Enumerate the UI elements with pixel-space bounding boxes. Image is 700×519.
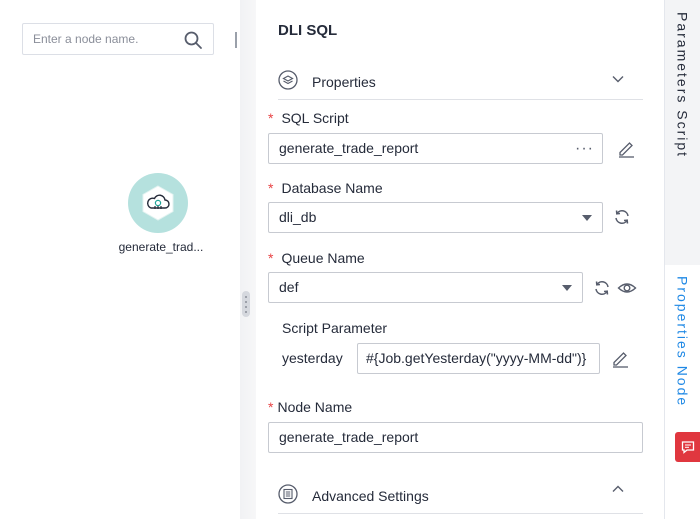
queue-name-label: * Queue Name xyxy=(268,250,365,266)
chevron-up-icon[interactable] xyxy=(611,482,625,496)
script-parameter-label: Script Parameter xyxy=(282,320,388,336)
chevron-down-icon[interactable] xyxy=(611,72,625,86)
script-parameter-value-field[interactable]: #{Job.getYesterday("yyyy-MM-dd")} xyxy=(357,343,600,374)
advanced-settings-section-header[interactable]: Advanced Settings xyxy=(278,478,643,514)
resize-handle[interactable] xyxy=(242,291,250,317)
edit-icon[interactable] xyxy=(610,348,630,368)
properties-section-header[interactable]: Properties xyxy=(278,64,643,100)
queue-name-value: def xyxy=(279,279,299,295)
node-name-label: * Node Name xyxy=(268,399,353,415)
sql-script-label: * SQL Script xyxy=(268,110,349,126)
tab-parameters-script[interactable]: Parameters Script xyxy=(665,0,700,265)
node-search-box xyxy=(22,23,214,55)
panel-title: DLI SQL xyxy=(278,22,338,39)
search-icon[interactable] xyxy=(183,30,203,50)
script-parameter-value: #{Job.getYesterday("yyyy-MM-dd")} xyxy=(366,350,587,366)
node-name-value: generate_trade_report xyxy=(279,429,419,445)
dag-canvas[interactable]: generate_trad... xyxy=(0,0,240,519)
sql-script-field[interactable]: generate_trade_report ··· xyxy=(268,133,603,164)
caret-down-icon xyxy=(562,285,572,291)
advanced-settings-label: Advanced Settings xyxy=(312,488,429,504)
tab-parameters-script-label: Parameters Script xyxy=(674,12,691,159)
required-mark: * xyxy=(268,250,274,266)
refresh-icon[interactable] xyxy=(592,278,612,298)
properties-panel: DLI SQL Properties * SQL Script generate_… xyxy=(256,0,665,519)
sql-script-value: generate_trade_report xyxy=(279,140,419,156)
database-name-value: dli_db xyxy=(279,209,317,225)
layers-icon xyxy=(278,70,298,90)
feedback-button[interactable] xyxy=(675,432,700,462)
node-search-input[interactable] xyxy=(23,24,183,54)
dag-node[interactable] xyxy=(128,173,188,233)
tab-properties-node-label: Properties Node xyxy=(674,276,691,408)
more-options-button[interactable]: ··· xyxy=(575,134,594,163)
eye-icon[interactable] xyxy=(617,278,637,298)
node-circle xyxy=(128,173,188,233)
dli-sql-node-icon xyxy=(138,183,178,223)
edit-icon[interactable] xyxy=(616,138,636,158)
database-name-select[interactable]: dli_db xyxy=(268,202,603,233)
properties-section-label: Properties xyxy=(312,74,376,90)
tab-properties-node[interactable]: Properties Node xyxy=(665,270,700,420)
required-mark: * xyxy=(268,110,274,126)
caret-down-icon xyxy=(582,215,592,221)
node-name-input[interactable]: generate_trade_report xyxy=(268,422,643,453)
script-parameter-key: yesterday xyxy=(282,350,343,366)
required-mark: * xyxy=(268,399,274,415)
required-mark: * xyxy=(268,180,274,196)
queue-name-select[interactable]: def xyxy=(268,272,583,303)
panel-splitter xyxy=(240,0,256,519)
node-label[interactable]: generate_trad... xyxy=(96,240,226,254)
message-icon xyxy=(681,441,694,454)
database-name-label: * Database Name xyxy=(268,180,383,196)
refresh-icon[interactable] xyxy=(612,207,632,227)
settings-list-icon xyxy=(278,484,298,504)
